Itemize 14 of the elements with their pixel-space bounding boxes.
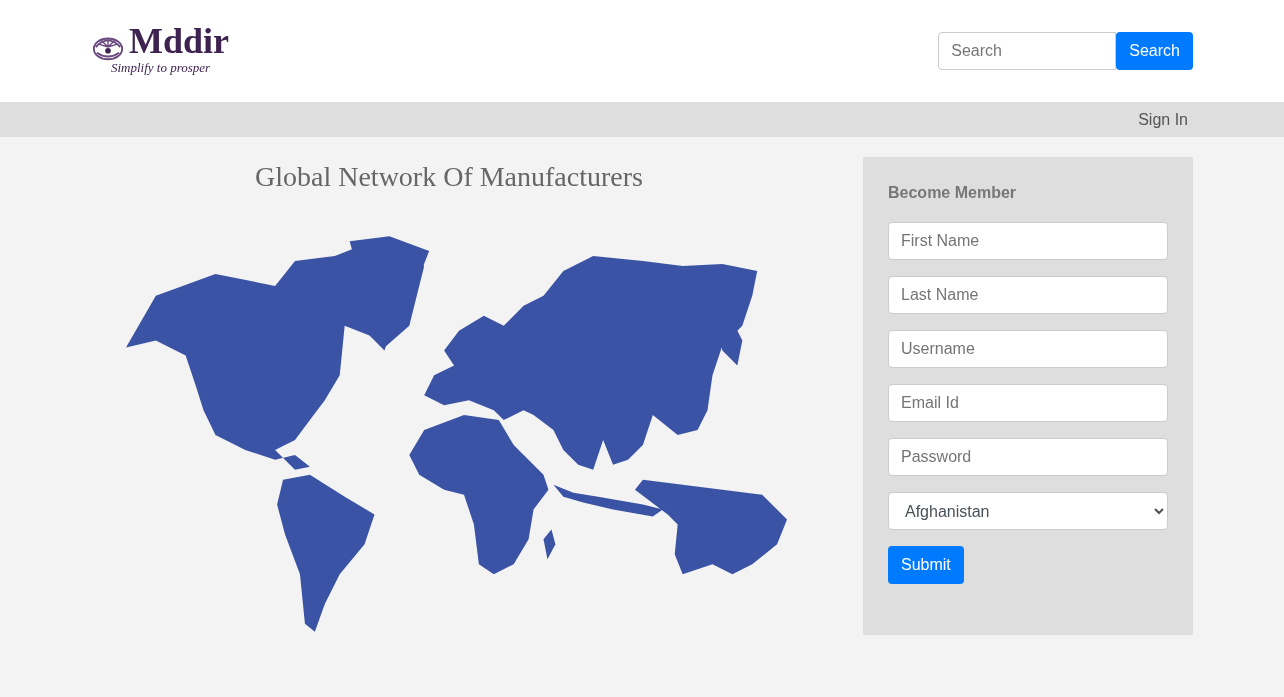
form-heading: Become Member: [888, 184, 1018, 202]
sign-in-link[interactable]: Sign In: [1138, 110, 1188, 129]
search-button[interactable]: Search: [1116, 32, 1193, 70]
logo-tagline: Simplify to prosper: [111, 60, 212, 76]
input-field[interactable]: First Name: [888, 222, 1168, 260]
logo-wordmark: Mddir: [129, 22, 229, 60]
input-field[interactable]: Email Id: [888, 384, 1168, 422]
input-field[interactable]: Last Name: [888, 276, 1168, 314]
page-title: Global Network Of Manufacturers: [255, 161, 643, 193]
search-field[interactable]: Search: [938, 32, 1117, 70]
password-field[interactable]: Password: [888, 438, 1168, 476]
input-field[interactable]: Username: [888, 330, 1168, 368]
submit-button[interactable]: Submit: [888, 546, 964, 584]
country-select[interactable]: Afghanistan: [888, 492, 1168, 530]
